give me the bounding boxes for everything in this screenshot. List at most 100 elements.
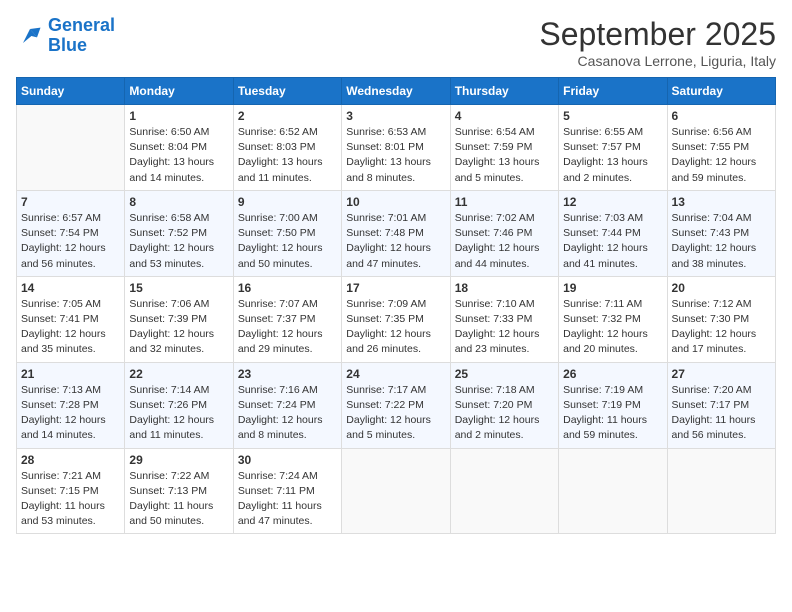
day-number: 2 — [238, 109, 337, 123]
calendar-header-row: SundayMondayTuesdayWednesdayThursdayFrid… — [17, 78, 776, 105]
day-number: 7 — [21, 195, 120, 209]
day-number: 15 — [129, 281, 228, 295]
day-info: Sunrise: 7:20 AM Sunset: 7:17 PM Dayligh… — [672, 383, 771, 444]
day-header-monday: Monday — [125, 78, 233, 105]
calendar-day: 15 Sunrise: 7:06 AM Sunset: 7:39 PM Dayli… — [125, 276, 233, 362]
day-number: 8 — [129, 195, 228, 209]
day-info: Sunrise: 7:21 AM Sunset: 7:15 PM Dayligh… — [21, 469, 120, 530]
day-header-friday: Friday — [559, 78, 667, 105]
day-info: Sunrise: 7:10 AM Sunset: 7:33 PM Dayligh… — [455, 297, 554, 358]
calendar-day: 22 Sunrise: 7:14 AM Sunset: 7:26 PM Dayli… — [125, 362, 233, 448]
day-info: Sunrise: 7:03 AM Sunset: 7:44 PM Dayligh… — [563, 211, 662, 272]
day-number: 18 — [455, 281, 554, 295]
calendar-day: 17 Sunrise: 7:09 AM Sunset: 7:35 PM Dayli… — [342, 276, 450, 362]
day-number: 10 — [346, 195, 445, 209]
calendar-day: 13Sunrise: 7:04 AM Sunset: 7:43 PM Dayli… — [667, 190, 775, 276]
day-number: 1 — [129, 109, 228, 123]
day-number: 29 — [129, 453, 228, 467]
day-info: Sunrise: 7:24 AM Sunset: 7:11 PM Dayligh… — [238, 469, 337, 530]
day-header-sunday: Sunday — [17, 78, 125, 105]
calendar-day — [559, 448, 667, 534]
calendar-day: 6Sunrise: 6:56 AM Sunset: 7:55 PM Daylig… — [667, 105, 775, 191]
day-info: Sunrise: 7:13 AM Sunset: 7:28 PM Dayligh… — [21, 383, 120, 444]
day-header-wednesday: Wednesday — [342, 78, 450, 105]
day-info: Sunrise: 6:50 AM Sunset: 8:04 PM Dayligh… — [129, 125, 228, 186]
day-header-saturday: Saturday — [667, 78, 775, 105]
day-number: 20 — [672, 281, 771, 295]
calendar-day: 25 Sunrise: 7:18 AM Sunset: 7:20 PM Dayli… — [450, 362, 558, 448]
day-info: Sunrise: 7:06 AM Sunset: 7:39 PM Dayligh… — [129, 297, 228, 358]
day-info: Sunrise: 6:58 AM Sunset: 7:52 PM Dayligh… — [129, 211, 228, 272]
day-info: Sunrise: 6:56 AM Sunset: 7:55 PM Dayligh… — [672, 125, 771, 186]
day-number: 5 — [563, 109, 662, 123]
calendar-day — [667, 448, 775, 534]
calendar-day — [450, 448, 558, 534]
calendar-day: 14Sunrise: 7:05 AM Sunset: 7:41 PM Dayli… — [17, 276, 125, 362]
day-info: Sunrise: 6:54 AM Sunset: 7:59 PM Dayligh… — [455, 125, 554, 186]
day-number: 16 — [238, 281, 337, 295]
day-number: 24 — [346, 367, 445, 381]
day-number: 21 — [21, 367, 120, 381]
day-number: 25 — [455, 367, 554, 381]
calendar-day: 16 Sunrise: 7:07 AM Sunset: 7:37 PM Dayli… — [233, 276, 341, 362]
location: Casanova Lerrone, Liguria, Italy — [539, 53, 776, 69]
logo-text: General Blue — [48, 16, 115, 56]
calendar-day: 27 Sunrise: 7:20 AM Sunset: 7:17 PM Dayli… — [667, 362, 775, 448]
calendar-week-1: 1 Sunrise: 6:50 AM Sunset: 8:04 PM Daylig… — [17, 105, 776, 191]
calendar-table: SundayMondayTuesdayWednesdayThursdayFrid… — [16, 77, 776, 534]
calendar-day: 12 Sunrise: 7:03 AM Sunset: 7:44 PM Dayli… — [559, 190, 667, 276]
calendar-day: 10Sunrise: 7:01 AM Sunset: 7:48 PM Dayli… — [342, 190, 450, 276]
day-number: 12 — [563, 195, 662, 209]
calendar-day: 24 Sunrise: 7:17 AM Sunset: 7:22 PM Dayli… — [342, 362, 450, 448]
calendar-day: 26Sunrise: 7:19 AM Sunset: 7:19 PM Dayli… — [559, 362, 667, 448]
day-number: 22 — [129, 367, 228, 381]
calendar-week-3: 14Sunrise: 7:05 AM Sunset: 7:41 PM Dayli… — [17, 276, 776, 362]
calendar-week-2: 7 Sunrise: 6:57 AM Sunset: 7:54 PM Daylig… — [17, 190, 776, 276]
calendar-day: 1 Sunrise: 6:50 AM Sunset: 8:04 PM Daylig… — [125, 105, 233, 191]
day-info: Sunrise: 6:53 AM Sunset: 8:01 PM Dayligh… — [346, 125, 445, 186]
calendar-day: 28 Sunrise: 7:21 AM Sunset: 7:15 PM Dayli… — [17, 448, 125, 534]
calendar-week-5: 28 Sunrise: 7:21 AM Sunset: 7:15 PM Dayli… — [17, 448, 776, 534]
day-info: Sunrise: 7:18 AM Sunset: 7:20 PM Dayligh… — [455, 383, 554, 444]
calendar-day: 11 Sunrise: 7:02 AM Sunset: 7:46 PM Dayli… — [450, 190, 558, 276]
day-number: 17 — [346, 281, 445, 295]
day-number: 28 — [21, 453, 120, 467]
day-header-tuesday: Tuesday — [233, 78, 341, 105]
calendar-day: 19 Sunrise: 7:11 AM Sunset: 7:32 PM Dayli… — [559, 276, 667, 362]
day-info: Sunrise: 7:05 AM Sunset: 7:41 PM Dayligh… — [21, 297, 120, 358]
day-info: Sunrise: 7:09 AM Sunset: 7:35 PM Dayligh… — [346, 297, 445, 358]
day-header-thursday: Thursday — [450, 78, 558, 105]
day-number: 19 — [563, 281, 662, 295]
calendar-day: 21 Sunrise: 7:13 AM Sunset: 7:28 PM Dayli… — [17, 362, 125, 448]
day-info: Sunrise: 6:57 AM Sunset: 7:54 PM Dayligh… — [21, 211, 120, 272]
day-number: 11 — [455, 195, 554, 209]
day-info: Sunrise: 7:12 AM Sunset: 7:30 PM Dayligh… — [672, 297, 771, 358]
day-number: 30 — [238, 453, 337, 467]
calendar-day: 9 Sunrise: 7:00 AM Sunset: 7:50 PM Daylig… — [233, 190, 341, 276]
calendar-day: 20 Sunrise: 7:12 AM Sunset: 7:30 PM Dayli… — [667, 276, 775, 362]
calendar-day: 29 Sunrise: 7:22 AM Sunset: 7:13 PM Dayli… — [125, 448, 233, 534]
day-info: Sunrise: 7:17 AM Sunset: 7:22 PM Dayligh… — [346, 383, 445, 444]
title-block: September 2025 Casanova Lerrone, Liguria… — [539, 16, 776, 69]
day-info: Sunrise: 7:07 AM Sunset: 7:37 PM Dayligh… — [238, 297, 337, 358]
day-info: Sunrise: 7:00 AM Sunset: 7:50 PM Dayligh… — [238, 211, 337, 272]
calendar-day — [342, 448, 450, 534]
calendar-day: 3Sunrise: 6:53 AM Sunset: 8:01 PM Daylig… — [342, 105, 450, 191]
day-info: Sunrise: 7:14 AM Sunset: 7:26 PM Dayligh… — [129, 383, 228, 444]
page-header: General Blue September 2025 Casanova Ler… — [16, 16, 776, 69]
calendar-day: 18 Sunrise: 7:10 AM Sunset: 7:33 PM Dayli… — [450, 276, 558, 362]
calendar-day: 7 Sunrise: 6:57 AM Sunset: 7:54 PM Daylig… — [17, 190, 125, 276]
day-number: 23 — [238, 367, 337, 381]
month-title: September 2025 — [539, 16, 776, 53]
day-info: Sunrise: 7:22 AM Sunset: 7:13 PM Dayligh… — [129, 469, 228, 530]
day-info: Sunrise: 7:11 AM Sunset: 7:32 PM Dayligh… — [563, 297, 662, 358]
day-number: 9 — [238, 195, 337, 209]
day-number: 27 — [672, 367, 771, 381]
day-info: Sunrise: 7:04 AM Sunset: 7:43 PM Dayligh… — [672, 211, 771, 272]
logo: General Blue — [16, 16, 115, 56]
logo-bird-icon — [16, 22, 44, 50]
day-info: Sunrise: 7:16 AM Sunset: 7:24 PM Dayligh… — [238, 383, 337, 444]
day-info: Sunrise: 6:52 AM Sunset: 8:03 PM Dayligh… — [238, 125, 337, 186]
calendar-day: 2 Sunrise: 6:52 AM Sunset: 8:03 PM Daylig… — [233, 105, 341, 191]
day-info: Sunrise: 7:02 AM Sunset: 7:46 PM Dayligh… — [455, 211, 554, 272]
